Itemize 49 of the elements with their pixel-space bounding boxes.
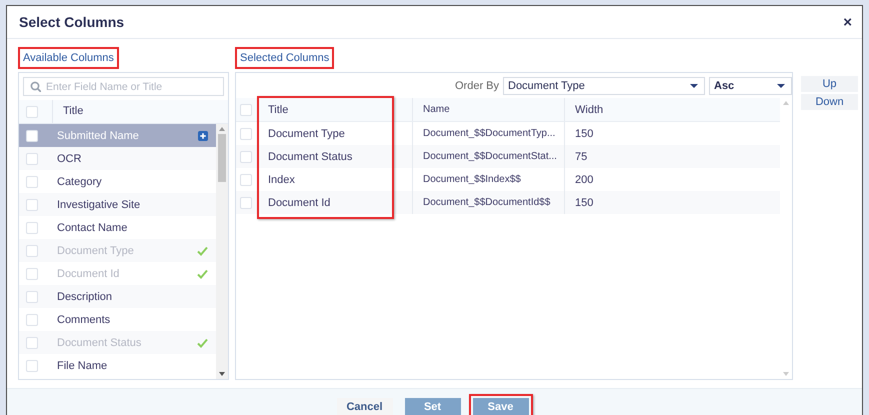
checkbox[interactable]: [26, 130, 38, 142]
order-by-label: Order By: [454, 80, 499, 92]
direction-dropdown[interactable]: Asc: [709, 77, 792, 95]
checkbox[interactable]: [240, 174, 252, 186]
table-cell-text: Document Status: [267, 150, 354, 164]
scroll-thumb[interactable]: [218, 134, 226, 182]
column-header[interactable]: Name: [412, 98, 564, 121]
checkbox[interactable]: [240, 104, 252, 116]
checkbox[interactable]: [26, 152, 38, 164]
caret-icon: [690, 84, 698, 88]
checkbox[interactable]: [26, 176, 38, 188]
table-cell-text: Document Id: [267, 196, 332, 210]
order-by-dropdown[interactable]: Document Type: [503, 77, 705, 95]
checkbox[interactable]: [26, 290, 38, 302]
footer-button[interactable]: Cancel: [336, 398, 392, 415]
table-cell: Document_$$DocumentStat...: [412, 145, 564, 168]
list-item[interactable]: Category: [19, 170, 216, 193]
table-cell: Document_$$DocumentId$$: [412, 191, 564, 214]
search-icon: [30, 81, 41, 92]
checkbox[interactable]: [26, 360, 38, 372]
checkbox[interactable]: [240, 128, 252, 140]
checkbox[interactable]: [26, 198, 38, 210]
list-item[interactable]: OCR: [19, 147, 216, 170]
checkbox[interactable]: [240, 196, 252, 208]
checkbox[interactable]: [240, 150, 252, 162]
checkbox[interactable]: [26, 222, 38, 234]
scrollbar[interactable]: [780, 98, 792, 379]
list-item[interactable]: Contact Name: [19, 216, 216, 239]
list-item[interactable]: Description: [19, 285, 216, 308]
table-cell-text: Document Type: [267, 126, 346, 142]
list-item[interactable]: File Name: [19, 354, 216, 377]
column-header[interactable]: Title: [258, 98, 412, 121]
checkbox[interactable]: [26, 106, 38, 118]
search-field[interactable]: Enter Field Name or Title: [46, 79, 223, 94]
list-item[interactable]: Investigative Site: [19, 193, 216, 216]
checkbox[interactable]: [26, 314, 38, 326]
column-header[interactable]: Title: [52, 100, 84, 123]
search-field[interactable]: Enter Field Name or Title: [23, 77, 224, 96]
section-heading: Available Columns: [18, 47, 119, 69]
table-cell-text: Index: [267, 172, 296, 188]
move-button[interactable]: Down: [801, 94, 858, 110]
plus-icon: [198, 130, 208, 140]
caret-icon: [777, 84, 785, 88]
close-button[interactable]: ×: [841, 14, 854, 30]
section-heading: Selected Columns: [235, 47, 334, 69]
dialog-title: Select Columns: [19, 14, 124, 30]
scrollbar[interactable]: [216, 124, 228, 379]
list-item[interactable]: Comments: [19, 308, 216, 331]
move-button[interactable]: Up: [801, 76, 858, 92]
